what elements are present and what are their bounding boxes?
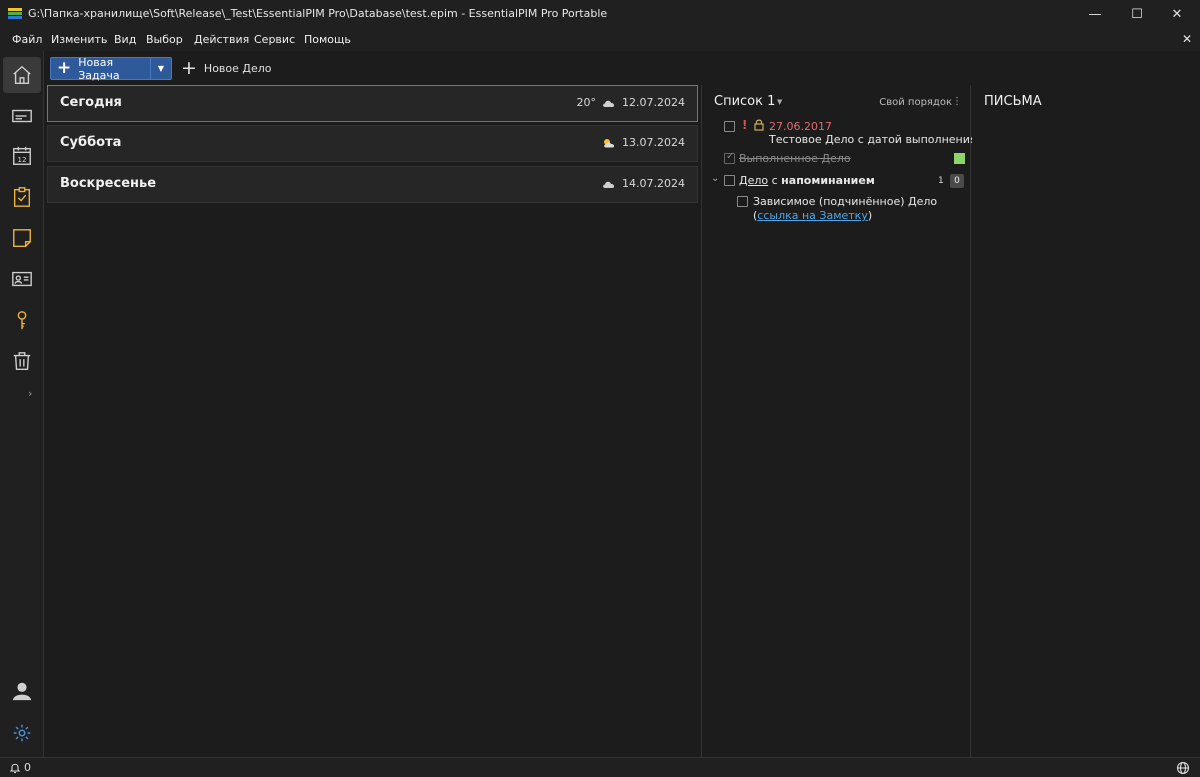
task-title[interactable]: Зависимое (подчинённое) Дело [753, 195, 937, 208]
plus-icon: + [181, 57, 197, 79]
nav-home[interactable] [3, 57, 41, 93]
sun-cloud-icon [602, 138, 616, 148]
plus-icon: + [57, 58, 72, 78]
expand-chevron-icon[interactable]: ⌄ [711, 173, 719, 184]
task-checkbox-checked[interactable] [724, 151, 735, 164]
status-bar: 0 [0, 757, 1200, 777]
mail-icon [12, 109, 32, 123]
app-logo-icon [8, 8, 22, 20]
day-row-sunday[interactable]: Воскресенье 14.07.2024 [47, 166, 698, 203]
day-name: Суббота [60, 135, 122, 150]
menu-actions[interactable]: Действия [194, 33, 249, 46]
menu-service[interactable]: Сервис [254, 33, 295, 46]
close-tab-icon[interactable]: ✕ [1182, 32, 1192, 46]
minimize-button[interactable]: — [1072, 0, 1118, 29]
menu-help[interactable]: Помощь [304, 33, 351, 46]
more-options-icon[interactable]: ⋮ [952, 96, 962, 107]
task-title-reminder[interactable]: Дело с напоминанием [739, 174, 875, 187]
window-title: G:\Папка-хранилище\Soft\Release\_Test\Es… [28, 7, 608, 20]
notifications-button[interactable]: 0 [9, 761, 31, 774]
toolbar: + Новая Задача ▼ + Новое Дело [45, 51, 1200, 85]
mail-panel-title: ПИСЬМА [984, 94, 1042, 109]
sort-order-label[interactable]: Свой порядок [879, 97, 952, 108]
new-deal-label: Новое Дело [203, 62, 272, 75]
menu-edit[interactable]: Изменить [51, 33, 107, 46]
menu-file[interactable]: Файл [12, 33, 42, 46]
day-row-today[interactable]: Сегодня 20° 12.07.2024 [47, 85, 698, 122]
cloud-icon [602, 179, 616, 189]
task-color-marker [954, 153, 965, 164]
nav-user[interactable] [3, 673, 41, 709]
subtask-count: 1 [938, 176, 944, 186]
note-link[interactable]: ссылка на Заметку [757, 209, 868, 222]
nav-settings[interactable] [3, 715, 41, 751]
cloud-icon [602, 98, 616, 108]
task-checkbox[interactable] [737, 196, 748, 207]
mail-panel: ПИСЬМА [972, 85, 1200, 757]
menu-bar: Файл Изменить Вид Выбор Действия Сервис … [0, 29, 1200, 51]
nav-trash[interactable] [3, 343, 41, 379]
title-bar: G:\Папка-хранилище\Soft\Release\_Test\Es… [0, 0, 1200, 29]
notification-count: 0 [24, 761, 31, 774]
new-task-label: Новая Задача [78, 55, 120, 82]
new-task-dropdown-button[interactable]: ▼ [150, 57, 172, 80]
task-due-date: 27.06.2017 [769, 120, 832, 133]
menu-select[interactable]: Выбор [146, 33, 183, 46]
menu-view[interactable]: Вид [114, 33, 136, 46]
nav-mail[interactable] [3, 98, 41, 134]
lock-icon [754, 119, 764, 134]
nav-calendar[interactable]: 12 [3, 138, 41, 174]
notes-icon [13, 229, 31, 247]
svg-text:12: 12 [17, 155, 26, 164]
tasks-icon [13, 187, 31, 207]
nav-tasks[interactable] [3, 179, 41, 215]
temperature: 20° [576, 96, 597, 109]
day-date: 13.07.2024 [622, 136, 685, 149]
task-checkbox[interactable] [724, 121, 735, 132]
user-icon [12, 682, 32, 701]
day-name: Сегодня [60, 95, 122, 110]
bell-icon [9, 763, 21, 773]
task-title-done[interactable]: Выполненное Дело [739, 152, 851, 165]
day-row-saturday[interactable]: Суббота 13.07.2024 [47, 125, 698, 162]
sidebar-expand-chevron-icon[interactable]: › [28, 387, 32, 400]
day-date: 12.07.2024 [622, 96, 685, 109]
task-title[interactable]: Тестовое Дело с датой выполнения [769, 133, 976, 146]
settings-icon [13, 724, 31, 742]
day-date: 14.07.2024 [622, 177, 685, 190]
task-checkbox[interactable] [724, 175, 735, 186]
tasks-panel: Список 1 ▼ Свой порядок ⋮ ! 27.06.2017 Т… [701, 85, 976, 757]
passwords-icon [17, 311, 27, 330]
day-name: Воскресенье [60, 176, 157, 191]
contacts-icon [12, 271, 32, 287]
nav-notes[interactable] [3, 220, 41, 256]
chevron-down-icon[interactable]: ▼ [777, 98, 782, 106]
calendar-icon: 12 [13, 146, 31, 165]
globe-icon[interactable] [1176, 760, 1190, 777]
priority-icon: ! [742, 118, 748, 132]
new-deal-button[interactable]: + Новое Дело [181, 57, 272, 80]
task-list-title[interactable]: Список 1 [714, 94, 775, 109]
home-icon [13, 65, 31, 84]
reminder-badge: 0 [950, 174, 964, 188]
task-note-link-line: (ссылка на Заметку) [753, 209, 873, 222]
close-window-button[interactable]: ✕ [1154, 0, 1200, 29]
trash-icon [13, 352, 31, 370]
nav-passwords[interactable] [3, 302, 41, 338]
module-sidebar: 12 › [0, 51, 44, 757]
new-task-button[interactable]: + Новая Задача [50, 55, 150, 82]
nav-contacts[interactable] [3, 261, 41, 297]
days-panel: Сегодня 20° 12.07.2024 Суббота 13.07.202… [45, 85, 700, 757]
